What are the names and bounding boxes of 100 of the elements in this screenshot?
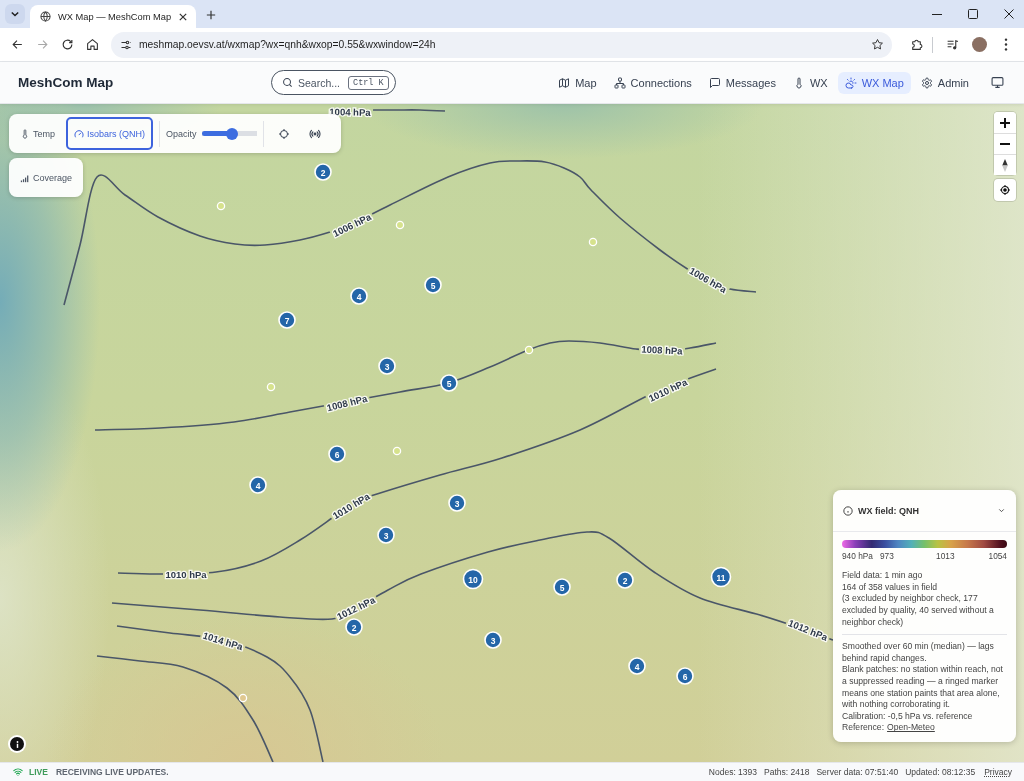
isobar-label: 1010 hPa [165, 568, 207, 580]
thermometer-icon [20, 128, 30, 139]
app-title[interactable]: MeshCom Map [0, 75, 114, 90]
locate-icon [999, 184, 1011, 196]
gauge-icon [74, 128, 84, 139]
coverage-button[interactable]: Coverage [12, 161, 81, 194]
maximize-icon[interactable] [968, 9, 978, 19]
cluster-marker[interactable]: 3 [377, 526, 395, 544]
cluster-marker[interactable]: 2 [616, 571, 634, 589]
keyboard-shortcut: Ctrl K [348, 75, 389, 90]
nav-tab[interactable]: Map [551, 71, 604, 94]
more-icon[interactable] [1004, 38, 1008, 51]
field-info-text: Field data: 1 min ago [842, 570, 924, 582]
legend-title: WX field: QNH [858, 505, 920, 516]
close-icon[interactable] [1004, 9, 1014, 19]
status-message: RECEIVING LIVE UPDATES. [55, 767, 169, 777]
cluster-marker[interactable]: 4 [350, 287, 368, 305]
status-stat: Server data: 07:51:40 [816, 767, 899, 777]
browser-tab[interactable]: WX Map — MeshCom Map [30, 5, 196, 28]
monitor-icon[interactable] [991, 76, 1004, 89]
site-settings-icon[interactable] [120, 38, 132, 51]
isobar-label: 1006 hPa [331, 211, 373, 239]
privacy-link[interactable]: Privacy [984, 767, 1012, 777]
compass-button[interactable] [994, 154, 1016, 175]
puzzle-icon[interactable] [910, 38, 923, 51]
cluster-marker[interactable]: 3 [484, 631, 502, 649]
locate-button[interactable] [994, 179, 1016, 201]
map-icon [558, 76, 571, 89]
star-icon[interactable] [871, 38, 884, 51]
cluster-marker[interactable]: 6 [676, 667, 694, 685]
isobar-label: 1004 hPa [329, 106, 371, 118]
home-icon[interactable] [86, 38, 99, 51]
cluster-marker[interactable]: 6 [328, 445, 346, 463]
media-controls-icon[interactable] [946, 38, 959, 51]
field-info-text: (3 excluded by neighbor check, 177 excluded by quality, 40 served without a neighbor check) [842, 593, 995, 629]
globe-icon [40, 11, 51, 22]
legend-note: Calibration: -0,5 hPa vs. reference [842, 710, 974, 723]
layer-button[interactable]: Isobars (QNH) [66, 117, 154, 150]
back-arrow-icon[interactable] [11, 38, 24, 51]
nav-tab[interactable]: Admin [913, 71, 976, 94]
cluster-marker[interactable]: 5 [553, 578, 571, 596]
status-stat: Nodes: 1393 [708, 767, 758, 777]
cluster-marker[interactable]: 10 [462, 568, 484, 590]
opacity-label: Opacity [166, 128, 197, 139]
live-indicator: LIVE [29, 767, 48, 777]
status-stat: Updated: 08:12:35 [905, 767, 976, 777]
new-tab-icon[interactable] [206, 10, 216, 20]
tab-list-button[interactable] [5, 4, 25, 24]
isobar-label: 1008 hPa [641, 343, 683, 357]
caret-down-icon [11, 10, 19, 18]
compass-needle-icon [1002, 158, 1008, 172]
scale-label: 1054 [988, 551, 1007, 562]
isobar-label: 1008 hPa [325, 392, 369, 414]
wifi-icon [13, 767, 23, 777]
nav-tab[interactable]: WX [785, 71, 835, 94]
cluster-marker[interactable]: 5 [440, 374, 458, 392]
reference-link[interactable]: Open-Meteo [887, 722, 935, 734]
cluster-marker[interactable]: 7 [278, 311, 296, 329]
settings-icon [920, 76, 933, 89]
cluster-marker[interactable]: 4 [249, 476, 267, 494]
nav-tab[interactable]: Connections [606, 71, 699, 94]
cluster-marker[interactable]: 11 [710, 566, 732, 588]
cluster-marker[interactable]: 2 [345, 618, 363, 636]
nav-tab[interactable]: Messages [701, 71, 783, 94]
station-ring-icon[interactable] [524, 345, 534, 355]
scale-label: 1013 [936, 551, 955, 562]
cluster-marker[interactable]: 3 [378, 357, 396, 375]
search-icon [282, 77, 293, 88]
station-ring-icon[interactable] [238, 693, 248, 703]
legend-note: Blank patches: no station within reach, not a suppressed reading — a ringed marker means one station paints that area alone, with nothing corroborating it. [842, 664, 1004, 711]
scale-label: 973 [879, 551, 894, 562]
reference-label: Reference: [842, 722, 885, 734]
message-icon [708, 76, 721, 89]
isobar-label: 1010 hPa [330, 490, 372, 522]
layer-button[interactable]: Temp [12, 117, 63, 150]
search-button[interactable]: Search... Ctrl K [271, 70, 396, 95]
crosshair-icon[interactable] [277, 127, 290, 140]
broadcast-icon[interactable] [308, 127, 321, 140]
status-stat: Paths: 2418 [764, 767, 810, 777]
cluster-marker[interactable]: 5 [424, 276, 442, 294]
cluster-marker[interactable]: 2 [314, 163, 332, 181]
network-icon [613, 76, 626, 89]
close-icon[interactable] [179, 12, 187, 21]
plus-icon [1000, 117, 1010, 128]
isobar-label: 1006 hPa [687, 264, 729, 296]
field-info-text: 164 of 358 values in field [842, 581, 939, 594]
info-icon [843, 505, 853, 516]
cluster-marker[interactable]: 4 [628, 657, 646, 675]
scale-label: 940 hPa [842, 551, 873, 562]
cluster-marker[interactable]: 3 [448, 494, 466, 512]
reload-icon[interactable] [61, 38, 74, 51]
isobar-label: 1012 hPa [786, 617, 830, 643]
legend-note: Smoothed over 60 min (median) — lags behind rapid changes. [842, 641, 995, 665]
slider-thumb[interactable] [225, 127, 238, 140]
isobar-label: 1014 hPa [201, 629, 245, 653]
isobar-label: 1010 hPa [647, 376, 689, 404]
nav-tab[interactable]: WX Map [837, 71, 911, 94]
address-bar[interactable]: meshmap.oevsv.at/wxmap?wx=qnh&wxop=0.55&wxwindow=24h [111, 31, 892, 58]
profile-avatar[interactable] [972, 37, 987, 52]
attribution-button[interactable] [10, 737, 24, 751]
